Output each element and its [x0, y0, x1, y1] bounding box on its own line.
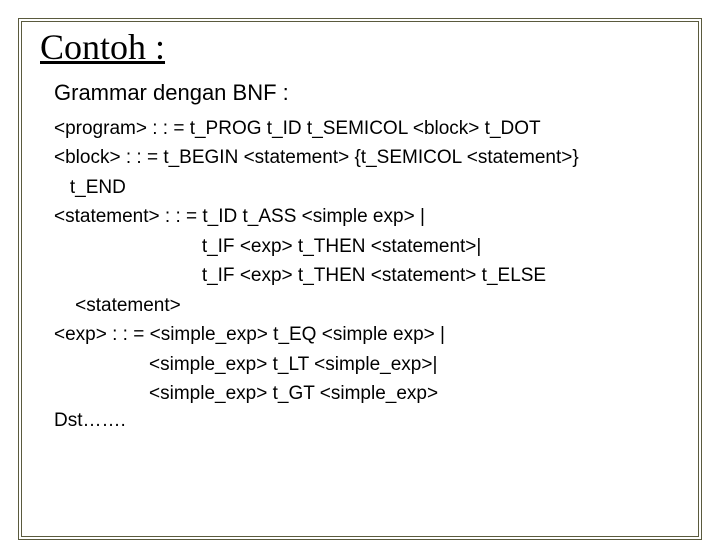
- bnf-line: t_IF <exp> t_THEN <statement>|: [54, 232, 680, 261]
- bnf-block: <program> : : = t_PROG t_ID t_SEMICOL <b…: [54, 114, 680, 408]
- footer-text: Dst…….: [54, 410, 680, 432]
- bnf-line: t_IF <exp> t_THEN <statement> t_ELSE: [54, 261, 680, 290]
- bnf-line: <simple_exp> t_LT <simple_exp>|: [54, 350, 680, 379]
- bnf-line: <exp> : : = <simple_exp> t_EQ <simple ex…: [54, 320, 680, 349]
- subtitle: Grammar dengan BNF :: [54, 80, 680, 106]
- bnf-line: <statement>: [54, 291, 680, 320]
- bnf-line: <block> : : = t_BEGIN <statement> {t_SEM…: [54, 143, 680, 172]
- bnf-line: <program> : : = t_PROG t_ID t_SEMICOL <b…: [54, 114, 680, 143]
- bnf-line: t_END: [54, 173, 680, 202]
- bnf-line: <statement> : : = t_ID t_ASS <simple exp…: [54, 202, 680, 231]
- slide: Contoh : Grammar dengan BNF : <program> …: [18, 18, 702, 540]
- page-title: Contoh :: [40, 26, 680, 68]
- bnf-line: <simple_exp> t_GT <simple_exp>: [54, 379, 680, 408]
